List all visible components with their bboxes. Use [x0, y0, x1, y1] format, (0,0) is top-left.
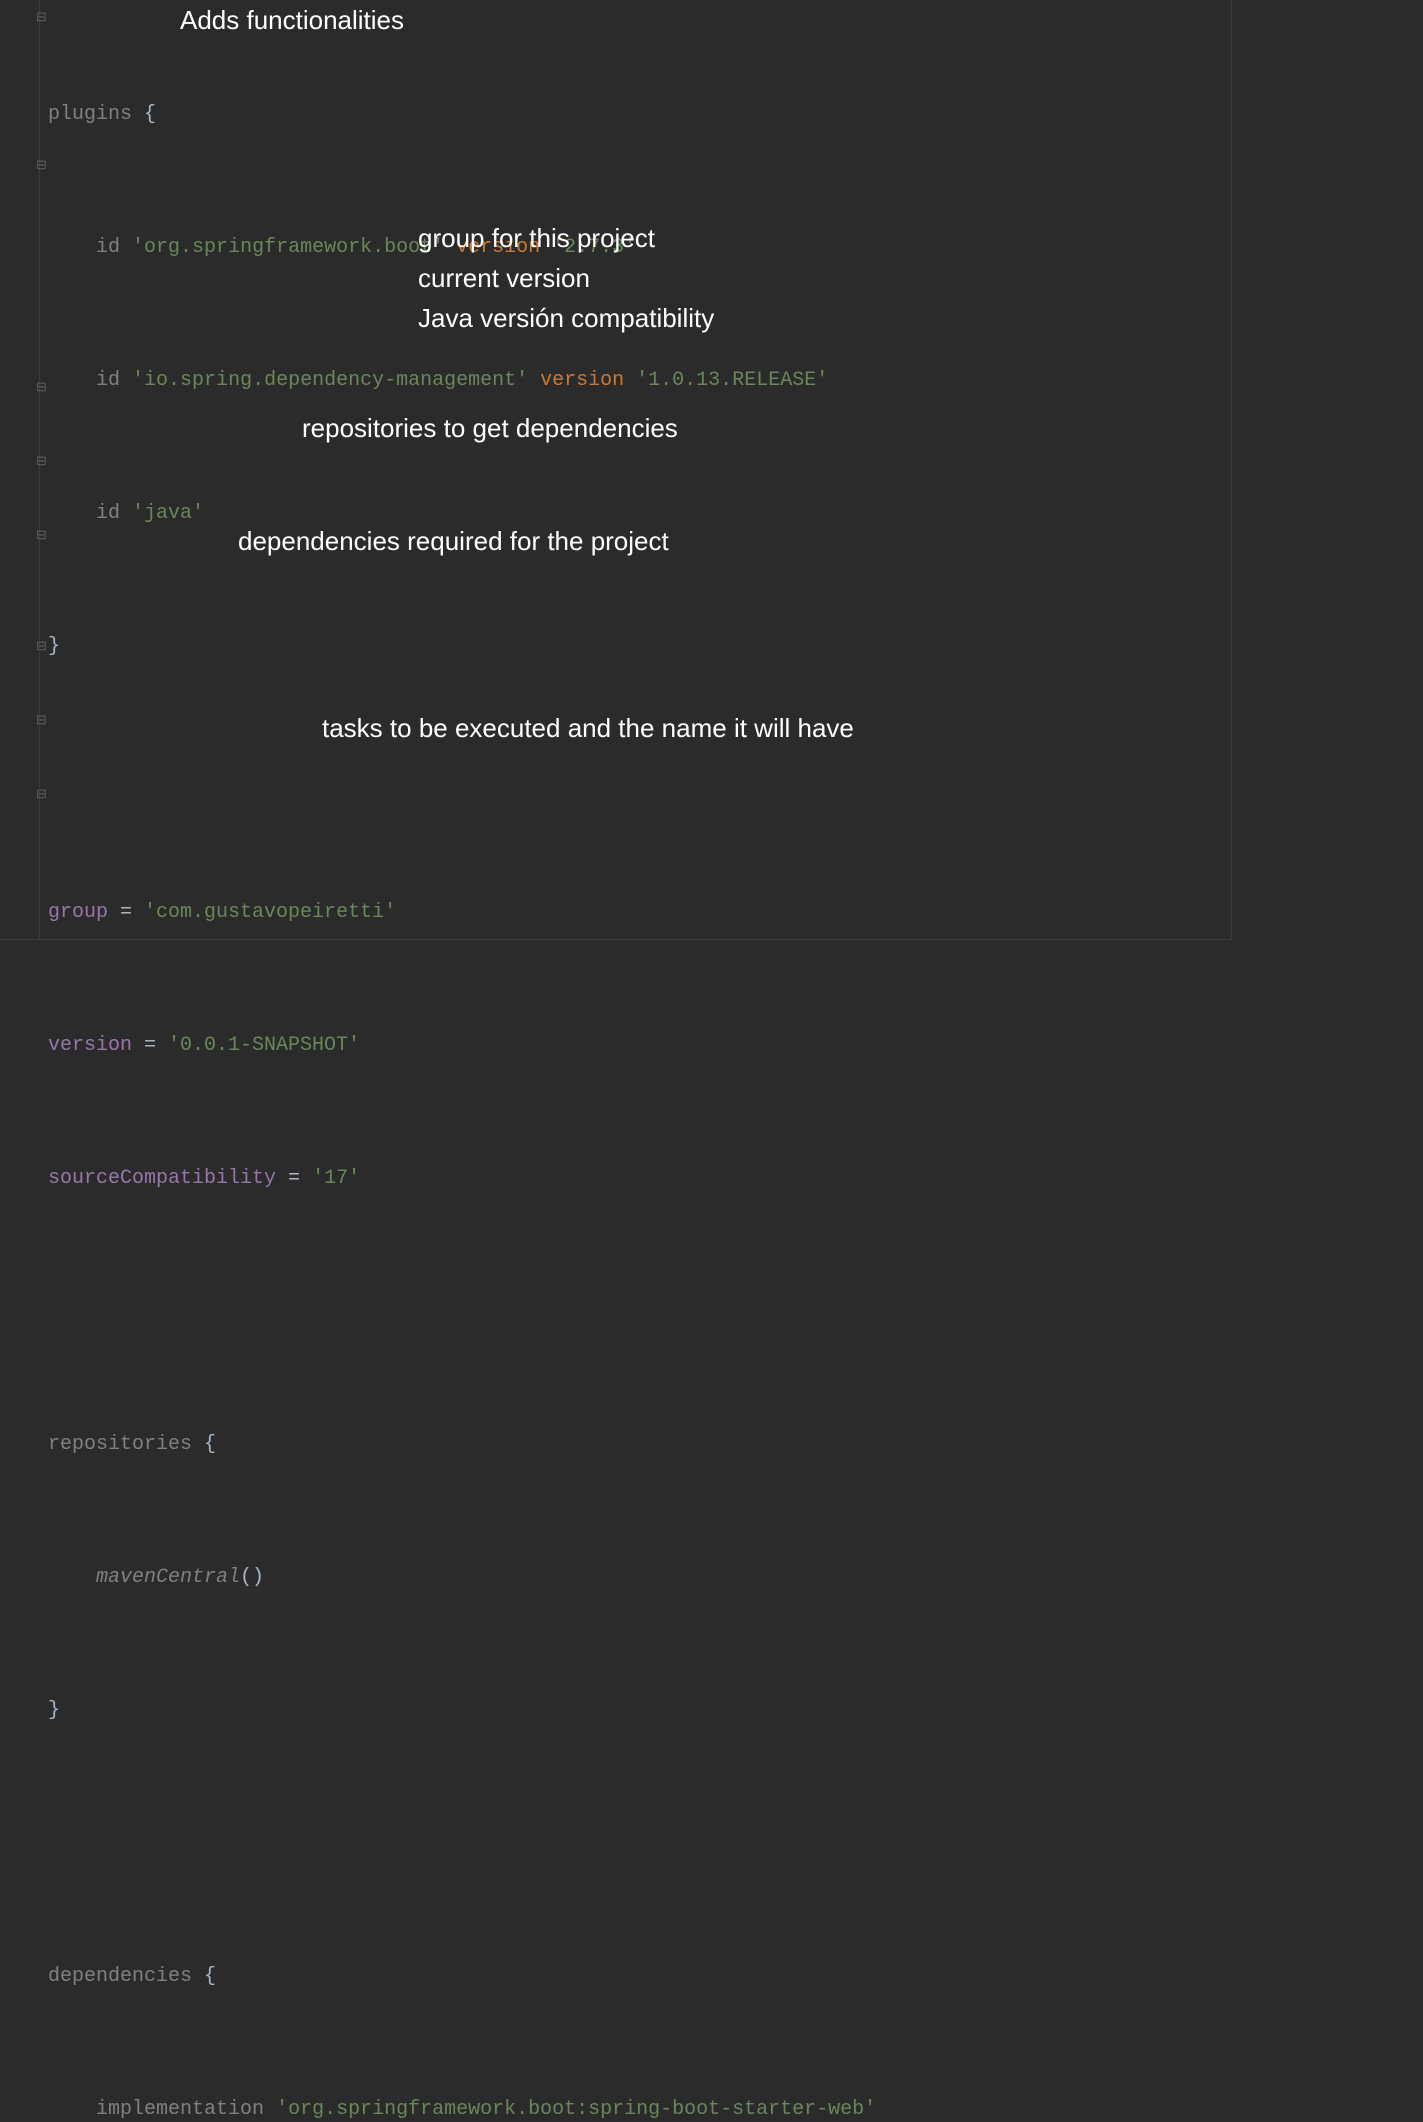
annot-version: current version	[418, 258, 590, 300]
code-line: id 'io.spring.dependency-management' ver…	[48, 362, 1231, 399]
code-line: dependencies {	[48, 1958, 1231, 1995]
annot-repositories: repositories to get dependencies	[302, 408, 678, 450]
code-line-blank	[48, 761, 1231, 798]
fold-close-icon[interactable]: ⊟	[36, 156, 47, 177]
code-line-blank	[48, 1293, 1231, 1330]
keyword-plugins: plugins	[48, 99, 132, 131]
annot-sourcecompat: Java versión compatibility	[418, 298, 714, 340]
fold-close-icon[interactable]: ⊟	[36, 637, 47, 658]
code-line-blank	[48, 1825, 1231, 1862]
code-line: }	[48, 628, 1231, 665]
code-line: group = 'com.gustavopeiretti'	[48, 894, 1231, 931]
code-editor[interactable]: ⊟ ⊟ ⊟ ⊟ ⊟ ⊟ ⊟ ⊟ plugins { id 'org.spring…	[0, 0, 1232, 940]
fold-close-icon[interactable]: ⊟	[36, 452, 47, 473]
code-line: }	[48, 1692, 1231, 1729]
annot-group: group for this project	[418, 218, 655, 260]
code-line: sourceCompatibility = '17'	[48, 1160, 1231, 1197]
fold-close-icon[interactable]: ⊟	[36, 785, 47, 806]
fold-open-icon[interactable]: ⊟	[36, 711, 47, 732]
fold-open-icon[interactable]: ⊟	[36, 8, 47, 29]
code-line: version = '0.0.1-SNAPSHOT'	[48, 1027, 1231, 1064]
code-line: plugins {	[48, 96, 1231, 133]
gutter: ⊟ ⊟ ⊟ ⊟ ⊟ ⊟ ⊟ ⊟	[0, 0, 40, 939]
code-line: repositories {	[48, 1426, 1231, 1463]
annot-tasks: tasks to be executed and the name it wil…	[322, 708, 854, 750]
code-line: mavenCentral()	[48, 1559, 1231, 1596]
fold-open-icon[interactable]: ⊟	[36, 526, 47, 547]
annot-plugins: Adds functionalities	[180, 0, 404, 42]
fold-open-icon[interactable]: ⊟	[36, 378, 47, 399]
code-line: implementation 'org.springframework.boot…	[48, 2091, 1231, 2122]
annot-dependencies: dependencies required for the project	[238, 521, 669, 563]
